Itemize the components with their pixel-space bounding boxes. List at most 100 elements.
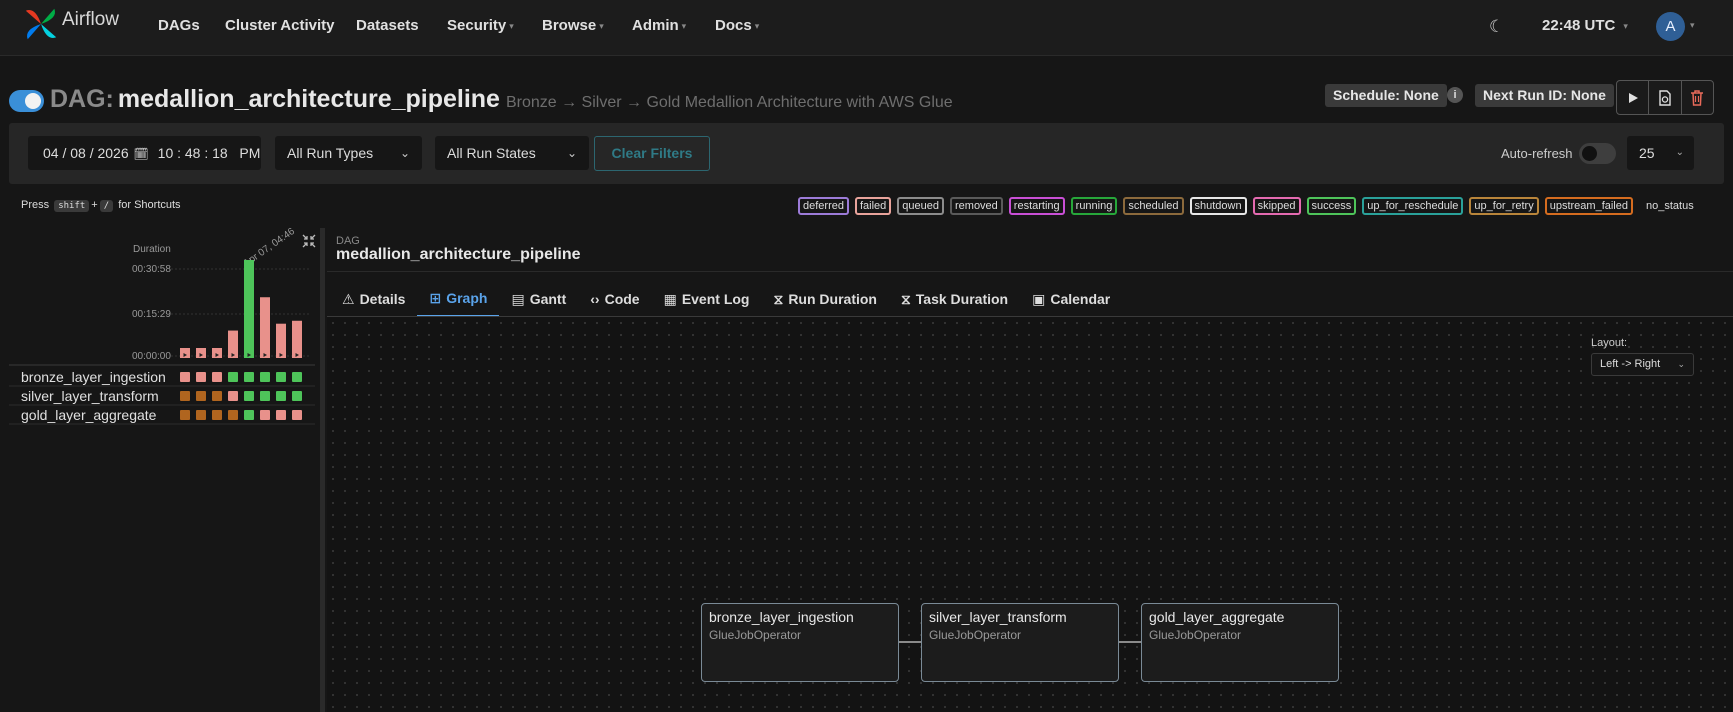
nav-dags[interactable]: DAGs — [158, 17, 200, 34]
task-instance-square[interactable] — [228, 391, 238, 401]
task-row-name[interactable]: gold_layer_aggregate — [21, 407, 157, 423]
divider — [327, 271, 1733, 272]
task-instance-square[interactable] — [260, 410, 270, 420]
legend-up-for-retry[interactable]: up_for_retry — [1469, 197, 1539, 215]
legend-running[interactable]: running — [1070, 197, 1118, 215]
collapse-icon[interactable] — [302, 234, 316, 248]
task-node-silver[interactable]: silver_layer_transform GlueJobOperator — [921, 603, 1119, 682]
panel-resize-handle[interactable] — [320, 228, 325, 712]
graph-edge — [1119, 641, 1141, 643]
run-count-select[interactable]: 25 ⌄ — [1627, 136, 1694, 170]
trigger-dag-button[interactable] — [1617, 81, 1650, 114]
top-navbar: Airflow DAGs Cluster Activity Datasets S… — [0, 0, 1733, 56]
task-row-name[interactable]: silver_layer_transform — [21, 388, 159, 404]
legend-queued[interactable]: queued — [897, 197, 944, 215]
tab-event-log[interactable]: ▦ Event Log — [652, 281, 762, 317]
dag-pause-toggle[interactable] — [9, 90, 44, 112]
clear-filters-button[interactable]: Clear Filters — [594, 136, 710, 171]
duration-bar[interactable] — [244, 260, 254, 358]
chevron-down-icon: ⌄ — [566, 146, 577, 160]
tab-calendar[interactable]: ▣ Calendar — [1020, 281, 1122, 317]
tab-code[interactable]: ‹› Code — [578, 281, 651, 317]
nav-datasets[interactable]: Datasets — [356, 17, 419, 34]
task-instance-square[interactable] — [180, 391, 190, 401]
task-operator: GlueJobOperator — [1149, 628, 1242, 642]
legend-restarting[interactable]: restarting — [1008, 197, 1065, 215]
task-instance-square[interactable] — [180, 410, 190, 420]
task-instance-square[interactable] — [196, 391, 206, 401]
hourglass-icon: ⧖ — [773, 290, 784, 307]
task-instance-square[interactable] — [244, 372, 254, 382]
task-instance-square[interactable] — [292, 410, 302, 420]
calendar-icon[interactable]: 🗓 — [134, 147, 149, 161]
caret-down-icon[interactable]: ▾ — [1690, 20, 1695, 31]
warning-icon: ⚠ — [342, 290, 355, 307]
graph-icon: ⊞ — [429, 289, 442, 306]
task-row-name[interactable]: bronze_layer_ingestion — [21, 369, 166, 385]
nav-admin[interactable]: Admin ▾ — [632, 17, 686, 34]
user-avatar[interactable]: A — [1656, 12, 1685, 41]
task-instance-square[interactable] — [212, 372, 222, 382]
autorefresh-switch[interactable] — [1579, 143, 1616, 164]
y-tick-label: 00:15:29 — [132, 309, 171, 320]
run-types-select[interactable]: All Run Types ⌄ — [275, 136, 422, 170]
legend-failed[interactable]: failed — [854, 197, 892, 215]
layout-select[interactable]: Left -> Right ⌄ — [1591, 353, 1694, 376]
task-instance-square[interactable] — [212, 391, 222, 401]
task-node-gold[interactable]: gold_layer_aggregate GlueJobOperator — [1141, 603, 1339, 682]
task-instance-square[interactable] — [276, 372, 286, 382]
task-instance-square[interactable] — [244, 391, 254, 401]
run-states-select[interactable]: All Run States ⌄ — [435, 136, 589, 170]
legend-scheduled[interactable]: scheduled — [1123, 197, 1184, 215]
delete-dag-button[interactable] — [1682, 81, 1713, 114]
moon-icon[interactable]: ☾ — [1489, 17, 1504, 37]
detail-tabs: ⚠ Details ⊞ Graph ▤ Gantt ‹› Code ▦ Event Log… — [330, 281, 1122, 317]
task-instance-square[interactable] — [292, 372, 302, 382]
duration-bar[interactable] — [180, 348, 190, 358]
task-instance-square[interactable] — [196, 410, 206, 420]
duration-bar[interactable] — [212, 348, 222, 358]
clock-display[interactable]: 22:48 UTC ▾ — [1542, 17, 1628, 34]
legend-no-status[interactable]: no_status — [1641, 197, 1699, 215]
info-icon[interactable]: i — [1447, 87, 1463, 103]
legend-deferred[interactable]: deferred — [798, 197, 849, 215]
duration-bar[interactable] — [292, 320, 302, 358]
nav-security[interactable]: Security ▾ — [447, 17, 514, 34]
legend-upstream-failed[interactable]: upstream_failed — [1544, 197, 1633, 215]
task-instance-square[interactable] — [292, 391, 302, 401]
nav-cluster-activity[interactable]: Cluster Activity — [225, 17, 334, 34]
parse-dag-button[interactable] — [1649, 81, 1682, 114]
breadcrumb-dag-id[interactable]: medallion_architecture_pipeline — [336, 246, 581, 264]
task-instance-square[interactable] — [196, 372, 206, 382]
legend-shutdown[interactable]: shutdown — [1189, 197, 1247, 215]
task-instance-square[interactable] — [212, 410, 222, 420]
task-instance-square[interactable] — [260, 391, 270, 401]
duration-label: Duration — [133, 244, 171, 255]
tab-task-duration[interactable]: ⧖ Task Duration — [889, 281, 1020, 317]
legend-removed[interactable]: removed — [950, 197, 1003, 215]
tab-run-duration[interactable]: ⧖ Run Duration — [761, 281, 888, 317]
nav-browse[interactable]: Browse ▾ — [542, 17, 604, 34]
airflow-logo[interactable]: Airflow — [22, 5, 119, 43]
task-instance-square[interactable] — [260, 372, 270, 382]
duration-bar[interactable] — [260, 297, 270, 358]
tab-graph[interactable]: ⊞ Graph — [417, 281, 500, 317]
legend-success[interactable]: success — [1306, 197, 1357, 215]
legend-up-for-reschedule[interactable]: up_for_reschedule — [1362, 197, 1464, 215]
base-date-input[interactable]: 04 / 08 / 2026 🗓 10 : 48 : 18 PM — [28, 136, 261, 170]
duration-bar[interactable] — [276, 323, 286, 358]
task-instance-square[interactable] — [244, 410, 254, 420]
task-node-bronze[interactable]: bronze_layer_ingestion GlueJobOperator — [701, 603, 899, 682]
task-instance-square[interactable] — [228, 372, 238, 382]
tab-details[interactable]: ⚠ Details — [330, 281, 417, 317]
task-instance-square[interactable] — [180, 372, 190, 382]
tab-gantt[interactable]: ▤ Gantt — [499, 281, 578, 317]
schedule-badge: Schedule: None — [1325, 84, 1447, 107]
task-instance-square[interactable] — [228, 410, 238, 420]
task-instance-square[interactable] — [276, 410, 286, 420]
duration-bar[interactable] — [196, 348, 206, 358]
task-instance-square[interactable] — [276, 391, 286, 401]
nav-docs[interactable]: Docs ▾ — [715, 17, 759, 34]
legend-skipped[interactable]: skipped — [1252, 197, 1301, 215]
dag-description: Bronze → Silver → Gold Medallion Archite… — [505, 94, 953, 111]
